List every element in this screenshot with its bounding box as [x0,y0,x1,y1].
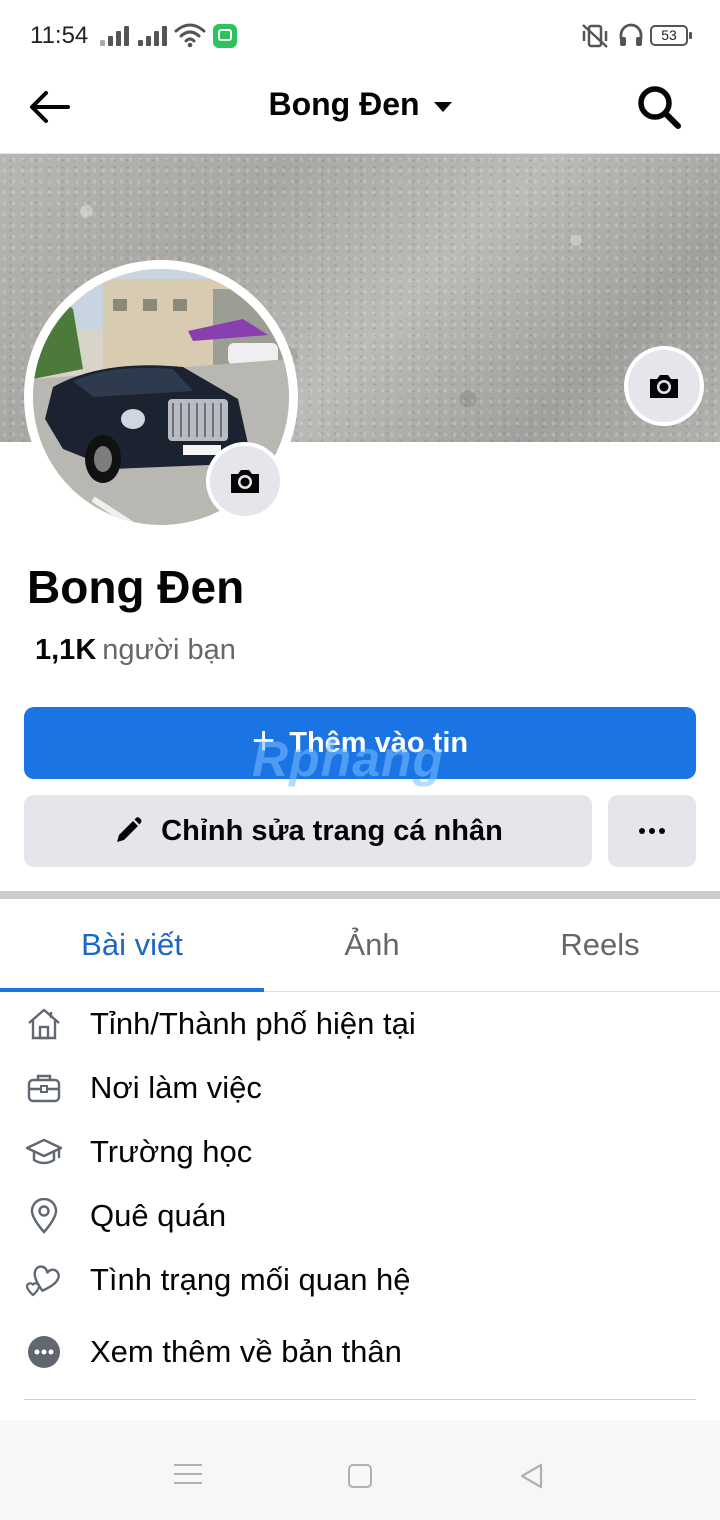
detail-label: Nơi làm việc [90,1070,262,1105]
detail-relationship[interactable]: Tình trạng mối quan hệ [0,1250,720,1310]
signal-icon [138,24,167,46]
detail-current-city[interactable]: Tỉnh/Thành phố hiện tại [0,994,720,1054]
edit-profile-button[interactable]: Chỉnh sửa trang cá nhân [24,795,592,867]
more-options-button[interactable] [608,795,696,867]
add-to-story-button[interactable]: + Thêm vào tin [24,707,696,779]
add-to-story-label: Thêm vào tin [289,726,469,759]
tab-photos[interactable]: Ảnh [264,899,480,991]
detail-workplace[interactable]: Nơi làm việc [0,1058,720,1118]
camera-icon [650,375,678,398]
edit-avatar-button[interactable] [206,442,284,520]
briefcase-icon [24,1068,64,1108]
message-app-icon [213,24,237,48]
detail-label: Trường học [90,1134,253,1169]
divider [24,1399,696,1400]
profile-switcher[interactable]: Bong Đen [0,86,720,123]
pencil-icon [113,816,143,846]
graduation-cap-icon [24,1132,64,1172]
search-icon [638,86,681,129]
friends-count-link[interactable]: 1,1K người bạn [35,634,236,667]
plus-icon: + [251,719,276,763]
hearts-icon [24,1260,64,1300]
app-bar-title: Bong Đen [268,86,420,122]
search-button[interactable] [634,82,684,132]
battery-icon: 53 [650,25,692,46]
camera-icon [231,470,259,493]
home-icon [24,1004,64,1044]
edit-cover-photo-button[interactable] [624,346,704,426]
detail-label: Tỉnh/Thành phố hiện tại [90,1006,416,1041]
see-more-about-button[interactable]: Xem thêm về bản thân [0,1322,720,1382]
status-time: 11:54 [30,22,89,49]
wifi-icon [174,23,206,48]
tab-reels[interactable]: Reels [480,899,720,991]
location-pin-icon [24,1196,64,1236]
recent-apps-button[interactable] [174,1464,202,1484]
detail-label: Tình trạng mối quan hệ [90,1262,411,1297]
back-triangle-icon[interactable] [518,1462,544,1490]
headset-icon [619,23,643,46]
edit-profile-label: Chỉnh sửa trang cá nhân [161,814,503,847]
detail-hometown[interactable]: Quê quán [0,1186,720,1246]
caret-down-icon [433,101,452,112]
system-nav-bar [0,1420,720,1520]
more-dots-icon [24,1332,64,1372]
vibrate-mute-icon [582,24,608,48]
friends-label: người bạn [102,634,236,666]
signal-icon [100,24,129,46]
detail-label: Xem thêm về bản thân [90,1334,402,1369]
profile-name: Bong Đen [27,561,245,613]
more-dots-icon [639,828,665,834]
tab-posts[interactable]: Bài viết [0,899,264,992]
top-app-bar: Bong Đen [0,70,720,154]
detail-education[interactable]: Trường học [0,1122,720,1182]
status-bar: 11:54 53 [0,0,720,70]
friends-count: 1,1K [35,634,97,666]
home-button[interactable] [348,1464,372,1488]
profile-tabs: Bài viết Ảnh Reels [0,899,720,992]
detail-label: Quê quán [90,1198,227,1233]
section-divider [0,891,720,899]
